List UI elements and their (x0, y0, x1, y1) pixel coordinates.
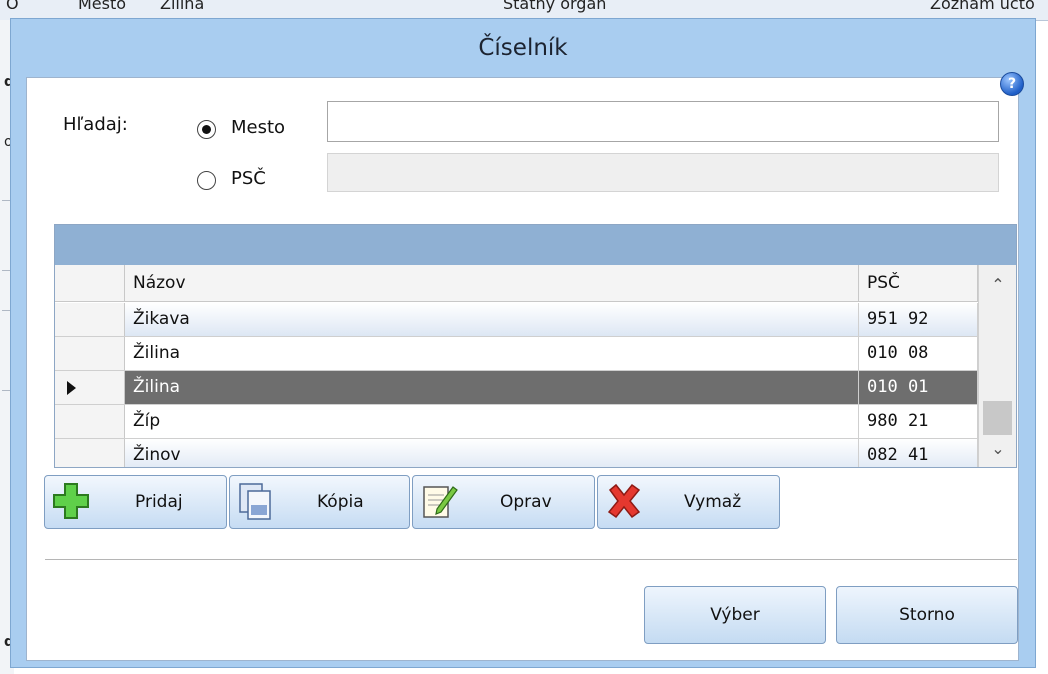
plus-icon (53, 483, 89, 519)
dialog-title: Číselník (478, 35, 568, 61)
radio-psc[interactable] (197, 171, 216, 190)
add-button-label: Pridaj (135, 492, 183, 512)
grid-vertical-scrollbar[interactable]: ⌃ ⌄ (978, 265, 1016, 467)
column-header-psc[interactable]: PSČ (859, 265, 978, 301)
results-grid: Názov PSČ Žikava 951 92 Žilina 010 08 Ži… (54, 224, 1017, 468)
grid-header: Názov PSČ (55, 265, 978, 302)
current-row-arrow-icon (67, 381, 76, 395)
column-header-nazov[interactable]: Názov (125, 265, 859, 301)
separator (45, 559, 1017, 560)
row-header-corner (55, 265, 125, 301)
scroll-thumb[interactable] (983, 401, 1012, 435)
copy-icon (239, 483, 271, 520)
delete-button-label: Vymaž (684, 492, 742, 512)
table-row[interactable]: Žíp 980 21 (55, 405, 978, 439)
search-label: Hľadaj: (63, 114, 128, 135)
edit-button[interactable]: Oprav (412, 475, 595, 529)
row-header[interactable] (55, 371, 125, 404)
table-row[interactable]: Žilina 010 08 (55, 337, 978, 371)
cell-nazov: Žíp (125, 405, 859, 438)
cell-psc: 980 21 (859, 405, 978, 438)
bg-text-zoznam: Zoznam účto (930, 0, 1035, 13)
help-icon[interactable]: ? (1000, 72, 1024, 96)
search-psc-input (327, 153, 999, 192)
row-header[interactable] (55, 303, 125, 336)
row-header[interactable] (55, 337, 125, 370)
row-header[interactable] (55, 405, 125, 438)
edit-button-label: Oprav (500, 492, 552, 512)
radio-psc-label[interactable]: PSČ (231, 168, 266, 189)
scroll-up-chevron-icon[interactable]: ⌃ (979, 269, 1016, 301)
row-header[interactable] (55, 439, 125, 467)
bg-text-0: O (6, 0, 19, 13)
search-mesto-input[interactable] (327, 101, 999, 142)
radio-mesto[interactable] (197, 120, 216, 139)
cell-psc: 010 08 (859, 337, 978, 370)
cell-psc: 951 92 (859, 303, 978, 336)
table-row[interactable]: Žinov 082 41 (55, 439, 978, 467)
bg-text-statny-organ: Štatný orgán (503, 0, 607, 13)
bg-text-mesto: Mesto (78, 0, 127, 13)
table-row[interactable]: Žikava 951 92 (55, 303, 978, 337)
edit-icon (423, 486, 458, 518)
copy-button-label: Kópia (317, 492, 364, 512)
cancel-button[interactable]: Storno (836, 586, 1018, 644)
cell-nazov: Žilina (125, 371, 859, 404)
cell-nazov: Žikava (125, 303, 859, 336)
delete-button[interactable]: Vymaž (597, 475, 780, 529)
delete-x-icon (607, 483, 641, 519)
cell-nazov: Žinov (125, 439, 859, 467)
select-button[interactable]: Výber (644, 586, 826, 644)
cell-psc: 010 01 (859, 371, 978, 404)
scroll-down-chevron-icon[interactable]: ⌄ (979, 433, 1016, 465)
copy-button[interactable]: Kópia (229, 475, 410, 529)
cell-nazov: Žilina (125, 337, 859, 370)
table-row-selected[interactable]: Žilina 010 01 (55, 371, 978, 405)
radio-mesto-label[interactable]: Mesto (231, 117, 285, 138)
add-button[interactable]: Pridaj (44, 475, 227, 529)
grid-group-band (55, 225, 1016, 265)
bg-text-zilina: Žilina (160, 0, 205, 13)
cell-psc: 082 41 (859, 439, 978, 467)
